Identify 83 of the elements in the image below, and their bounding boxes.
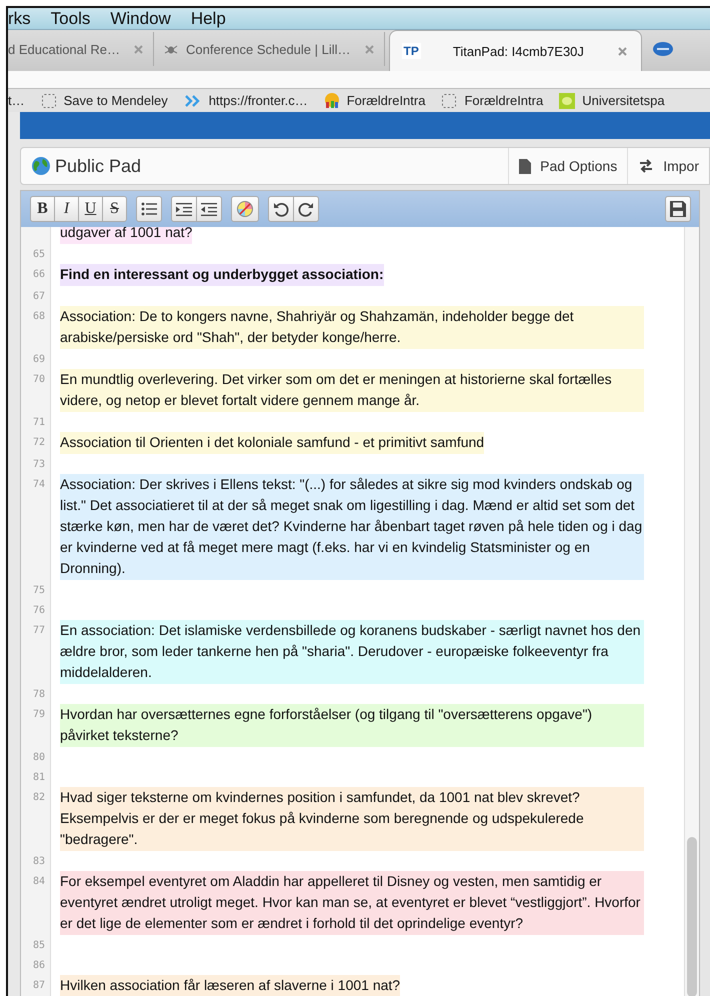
paragraph-text: En mundtlig overlevering. Det virker som om det er meningen at historierne skal fortælles videre, og netop er blevet fortalt videre gennem mange år. [60,369,644,412]
line-number: 76 [21,600,51,620]
line-number: 84 [21,871,51,935]
line-number: 70 [21,369,51,412]
browser-tab[interactable]: TP TitanPad: I4cmb7E30J [388,30,642,72]
toolbar-button[interactable] [136,196,162,222]
page-icon [441,92,458,109]
menu-item[interactable]: Tools [40,8,100,29]
line-number: 81 [21,767,51,787]
line-number: 85 [21,935,51,955]
toolbar-button[interactable] [293,196,319,222]
header-button[interactable]: Impor [627,148,709,184]
document-icon [519,158,532,174]
outdent-icon [201,202,217,216]
paragraph-text: Association til Orienten i det koloniale samfund - et primitivt samfund [60,432,484,454]
line-number: 75 [21,580,51,600]
line-number: 79 [21,704,51,747]
page-icon [40,92,57,109]
line-number: 77 [21,620,51,684]
bookmark[interactable]: ForældreIntra [441,92,544,109]
line-number: 83 [21,851,51,871]
paragraph-text: Hvordan har oversætternes egne forforståelser (og tilgang til "oversætterens opgave") påvirket teksterne? [60,704,644,747]
paragraph-text: Find en interessant og underbygget association: [60,264,384,286]
menu-item[interactable]: Help [180,8,236,29]
paragraph-text: En association: Det islamiske verdensbillede og koranens budskaber - særligt navnet hos den ældre bror, som leder tankerne hen på "sharia". Derudover - europæiske folkeeventyr fra middelalderen. [60,620,644,684]
color-wheel-icon [236,200,254,218]
menu-item[interactable]: Window [100,8,181,29]
paragraph-text: Hvad siger teksterne om kvindernes position i samfundet, da 1001 nat blev skrevet? Eksempelvis er der er meget fokus på kvinderne som beregnende og udspekulerede "bedragere". [60,787,644,851]
paragraph-text: udgaver af 1001 nat? [60,227,192,244]
line-number: 82 [21,787,51,851]
line-number: 73 [21,454,51,474]
line-number: 78 [21,684,51,704]
menu-item[interactable]: rks [8,8,41,29]
paragraph-text: For eksempel eventyret om Aladdin har appelleret til Disney og vesten, men samtidig er eventyret ændret utroligt meget. Hvor kan man se, at eventyret er blevet “vestliggjort”. Hvorfor er det lige de elementer som er ændret i forhold til det oprindelige eventyr? [60,871,644,935]
format-button[interactable]: U [78,196,103,222]
save-button[interactable] [665,196,691,222]
scrollbar-thumb[interactable] [687,837,697,996]
paragraph-text: Hvilken association får læseren af slaverne i 1001 nat? [60,975,400,996]
people-icon [324,92,340,109]
paragraph-text: Association: De to kongers navne, Shahriyär og Shahzamän, indeholder begge det arabiske/persiske ord "Shah", der betyder konge/herre. [60,306,644,349]
toolbar-button[interactable] [171,196,197,222]
close-icon [364,44,374,54]
round-icon [652,41,674,58]
bookmark[interactable]: Save to Mendeley [40,92,168,109]
site-logo: TP [402,43,421,60]
leaf-icon [559,92,576,109]
format-button[interactable]: S [102,196,127,222]
globe-icon [31,156,51,176]
swap-arrows-icon [638,159,654,173]
bookmark[interactable]: Universitetspa [559,92,665,109]
line-number: 67 [21,286,51,306]
line-number: 68 [21,306,51,349]
close-icon [618,46,627,56]
toolbar-button[interactable] [231,196,259,222]
line-number: 80 [21,747,51,767]
list-icon [141,202,157,216]
line-number: 69 [21,349,51,369]
header-button[interactable]: Pad Options [508,148,628,184]
bookmark[interactable]: https://fronter.c… [184,93,308,108]
bug-icon [164,43,178,56]
line-number: 65 [21,244,51,264]
format-button[interactable]: I [54,196,79,222]
toolbar-button[interactable] [268,196,294,222]
line-number: 72 [21,432,51,454]
line-number: 66 [21,264,51,286]
indent-icon [176,202,192,216]
close-icon [134,44,143,54]
paragraph-text: Association: Der skrives i Ellens tekst: "(...) for således at sikre sig mod kvinders ondskab og list." Det associatieret til at der så meget snak om ligestilling i dag. Mænd er altid set som det stærke køn, men har de været det? Kvinderne har åbenbart taget røven på hele tiden og i dag er kvinderne ved at få meget mere magt (f.eks. har vi en kvindelig Statsminister og en Dronning). [60,474,644,580]
browser-tab[interactable]: Conference Schedule | Lill… [154,32,385,66]
toolbar-button[interactable] [196,196,222,222]
chevron-icon [184,94,202,107]
undo-icon [273,201,289,217]
line-number: 74 [21,474,51,580]
bookmark[interactable]: t… [8,93,25,108]
browser-tab[interactable]: d Educational Re… [8,32,154,66]
pad-title: Public Pad [55,156,142,176]
redo-icon [298,201,314,217]
line-number: 87 [21,975,51,996]
save-icon [670,201,686,217]
format-button[interactable]: B [30,196,55,222]
line-number: 86 [21,955,51,975]
line-number: 71 [21,412,51,432]
bookmark[interactable]: ForældreIntra [324,92,426,109]
